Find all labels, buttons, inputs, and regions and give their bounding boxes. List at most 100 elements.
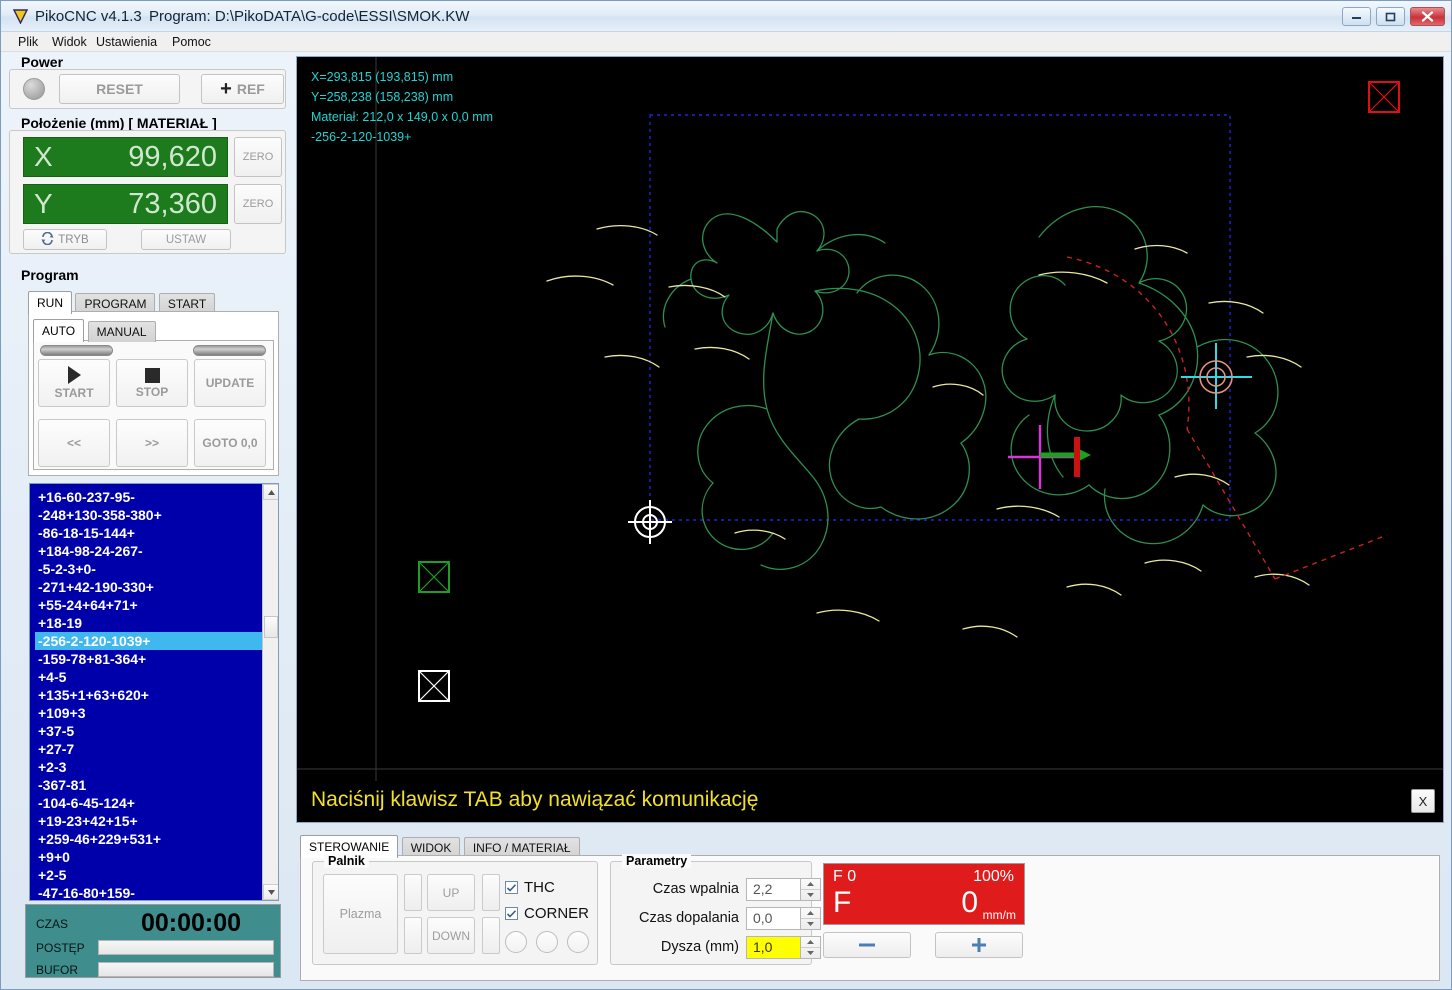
gcode-line[interactable]: +27-7	[35, 740, 262, 758]
gcode-line[interactable]: +259-46+229+531+	[35, 830, 262, 848]
gcode-line[interactable]: +18-19	[35, 614, 262, 632]
torch-down-button[interactable]: DOWN	[427, 917, 475, 954]
scrollbar-thumb[interactable]	[264, 616, 278, 638]
ref-button-label: REF	[236, 81, 265, 97]
gcode-line[interactable]: +2-3	[35, 758, 262, 776]
gcode-line[interactable]: -104-6-45-124+	[35, 794, 262, 812]
maximize-button[interactable]	[1376, 7, 1405, 26]
gcode-line[interactable]: -248+130-358-380+	[35, 506, 262, 524]
status-progress-label: POSTĘP	[36, 941, 85, 955]
gcode-line[interactable]: -5-2-3+0-	[35, 560, 262, 578]
spinner-down-icon[interactable]	[801, 919, 820, 929]
thc-checkbox[interactable]	[505, 881, 518, 894]
param-spinner-czas-dopalania[interactable]	[801, 906, 821, 930]
status-buffer-bar	[98, 962, 274, 977]
menu-item-ustawienia[interactable]: Ustawienia	[93, 35, 160, 49]
plus-icon	[972, 938, 986, 952]
ustaw-button[interactable]: USTAW	[141, 229, 231, 250]
gcode-line[interactable]: -367-81	[35, 776, 262, 794]
minimize-button[interactable]	[1342, 7, 1371, 26]
spinner-up-icon[interactable]	[801, 937, 820, 948]
param-spinner-dysza[interactable]	[801, 935, 821, 959]
gcode-line[interactable]: -86-18-15-144+	[35, 524, 262, 542]
palnik-toggle-c[interactable]	[482, 874, 500, 911]
program-prev-button[interactable]: <<	[38, 419, 110, 467]
gcode-line[interactable]: +55-24+64+71+	[35, 596, 262, 614]
tab-run[interactable]: RUN	[28, 291, 72, 314]
plus-icon: +	[220, 78, 232, 100]
corner-checkbox-row[interactable]: CORNER	[505, 905, 589, 922]
reset-button[interactable]: RESET	[59, 74, 180, 104]
gcode-line[interactable]: +16-60-237-95-	[35, 488, 262, 506]
tryb-button[interactable]: TRYB	[23, 229, 107, 250]
menu-item-pomoc[interactable]: Pomoc	[169, 35, 214, 49]
param-row-czas-wpalnia: Czas wpalnia 2,2	[616, 877, 821, 901]
power-led-indicator	[23, 78, 45, 100]
scroll-up-icon[interactable]	[263, 484, 278, 500]
gcode-line[interactable]: -271+42-190-330+	[35, 578, 262, 596]
zero-y-button[interactable]: ZERO	[234, 184, 282, 224]
program-start-label: START	[54, 386, 94, 400]
gcode-line[interactable]: +109+3	[35, 704, 262, 722]
gcode-line[interactable]: +4-5	[35, 668, 262, 686]
palnik-toggle-b[interactable]	[404, 917, 422, 954]
param-input-czas-wpalnia[interactable]: 2,2	[746, 877, 801, 901]
program-goto-origin-button[interactable]: GOTO 0,0	[194, 419, 266, 467]
spinner-down-icon[interactable]	[801, 948, 820, 958]
spinner-up-icon[interactable]	[801, 879, 820, 890]
scroll-down-icon[interactable]	[263, 884, 278, 900]
gcode-line[interactable]: -47-16-80+159-	[35, 884, 262, 900]
zero-x-button[interactable]: ZERO	[234, 137, 282, 177]
message-close-button[interactable]: X	[1411, 789, 1435, 813]
ref-button[interactable]: + REF	[201, 74, 284, 104]
gcode-line[interactable]: +37-5	[35, 722, 262, 740]
program-stop-button[interactable]: STOP	[116, 359, 188, 407]
plazma-button[interactable]: Plazma	[323, 874, 398, 954]
spinner-down-icon[interactable]	[801, 890, 820, 900]
gcode-list[interactable]: +16-60-237-95- -248+130-358-380+ -86-18-15…	[30, 484, 262, 900]
tab-auto[interactable]: AUTO	[33, 319, 85, 342]
spinner-up-icon[interactable]	[801, 908, 820, 919]
cnc-viewport[interactable]: X=293,815 (193,815) mm Y=258,238 (158,23…	[296, 56, 1444, 823]
slider-handle-right[interactable]	[193, 345, 266, 356]
status-time-label: CZAS	[36, 917, 69, 931]
feedrate-increase-button[interactable]	[935, 932, 1023, 958]
gcode-line[interactable]: +2-5	[35, 866, 262, 884]
palnik-toggle-a[interactable]	[404, 874, 422, 911]
tab-manual[interactable]: MANUAL	[87, 321, 156, 342]
torch-up-button[interactable]: UP	[427, 874, 475, 911]
menu-item-plik[interactable]: Plik	[15, 35, 41, 49]
gcode-list-container[interactable]: +16-60-237-95- -248+130-358-380+ -86-18-15…	[29, 483, 279, 901]
palnik-toggle-d[interactable]	[482, 917, 500, 954]
gcode-line[interactable]: +135+1+63+620+	[35, 686, 262, 704]
application-window: PikoCNC v4.1.3 Program: D:\PikoDATA\G-co…	[0, 0, 1452, 990]
gcode-line[interactable]: +19-23+42+15+	[35, 812, 262, 830]
feedrate-decrease-button[interactable]	[823, 932, 911, 958]
thc-checkbox-row[interactable]: THC	[505, 879, 555, 896]
refresh-icon	[41, 231, 54, 248]
param-spinner-czas-wpalnia[interactable]	[801, 877, 821, 901]
param-input-czas-dopalania[interactable]: 0,0	[746, 906, 801, 930]
overlay-x-coord: X=293,815 (193,815) mm	[311, 70, 454, 84]
gcode-scrollbar[interactable]	[262, 484, 278, 900]
program-next-button[interactable]: >>	[116, 419, 188, 467]
dro-y-axis: Y 73,360	[23, 184, 228, 224]
program-update-button[interactable]: UPDATE	[194, 359, 266, 407]
gcode-line[interactable]: -159-78+81-364+	[35, 650, 262, 668]
slider-handle-left[interactable]	[40, 345, 113, 356]
corner-checkbox[interactable]	[505, 907, 518, 920]
menu-item-widok[interactable]: Widok	[49, 35, 90, 49]
dro-x-axis-value: 99,620	[128, 140, 217, 173]
param-input-dysza[interactable]: 1,0	[746, 935, 801, 959]
feedrate-value: 0	[961, 886, 978, 919]
gcode-line[interactable]: -256-2-120-1039+	[35, 632, 262, 650]
gcode-line[interactable]: +9+0	[35, 848, 262, 866]
gcode-line[interactable]: +184-98-24-267-	[35, 542, 262, 560]
program-start-button[interactable]: START	[38, 359, 110, 407]
status-lamp-1	[505, 931, 527, 953]
dro-y-axis-value: 73,360	[128, 187, 217, 220]
overlay-material-dim: Materiał: 212,0 x 149,0 x 0,0 mm	[311, 110, 494, 124]
stop-icon	[144, 367, 160, 383]
close-button[interactable]	[1410, 7, 1445, 26]
overlay-y-coord: Y=258,238 (158,238) mm	[311, 90, 454, 104]
